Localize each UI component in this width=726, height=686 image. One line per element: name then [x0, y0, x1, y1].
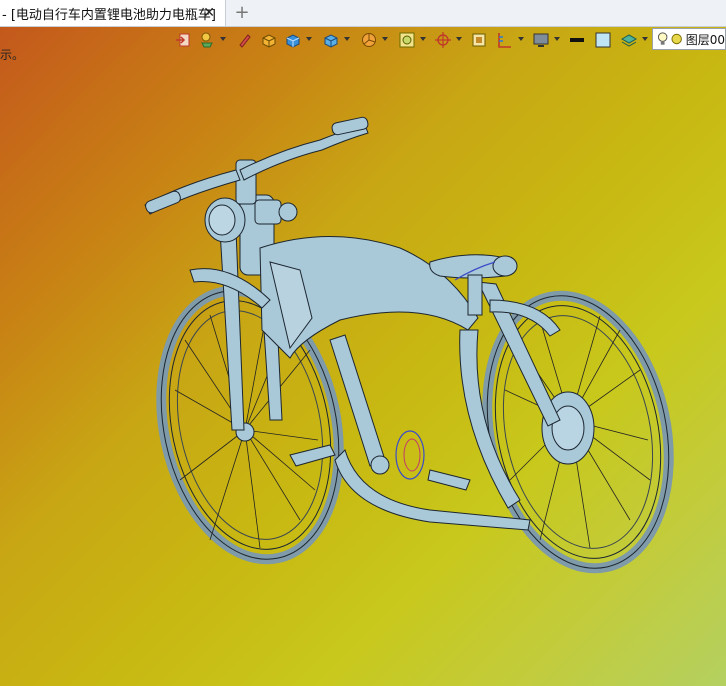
tab-title: - [电动自行车内置锂电池助力电瓶车] — [2, 7, 216, 23]
new-tab-icon[interactable]: + — [232, 2, 252, 24]
layers-icon[interactable] — [620, 31, 638, 49]
chevron-down-icon[interactable] — [518, 37, 524, 41]
ruler-icon[interactable] — [496, 31, 514, 49]
chevron-down-icon[interactable] — [642, 37, 648, 41]
chevron-down-icon[interactable] — [344, 37, 350, 41]
chevron-down-icon[interactable] — [554, 37, 560, 41]
layer-color-icon — [671, 33, 683, 45]
chevron-down-icon[interactable] — [382, 37, 388, 41]
square-color-icon[interactable] — [594, 31, 612, 49]
chevron-down-icon[interactable] — [420, 37, 426, 41]
light-bulb-icon — [657, 32, 668, 45]
axis-icon[interactable] — [434, 31, 452, 49]
chevron-down-icon[interactable] — [456, 37, 462, 41]
exit-icon[interactable] — [174, 31, 192, 49]
layer-selector[interactable]: 图层00 — [652, 28, 726, 50]
box-grid-icon[interactable] — [322, 31, 340, 49]
chevron-down-icon[interactable] — [220, 37, 226, 41]
close-icon[interactable]: ✕ — [203, 4, 215, 22]
frame-icon[interactable] — [470, 31, 488, 49]
box-solid-icon[interactable] — [260, 31, 278, 49]
light-bulb-icon[interactable] — [198, 31, 216, 49]
view-cube-icon[interactable] — [398, 31, 416, 49]
document-tab[interactable]: - [电动自行车内置锂电池助力电瓶车] ✕ — [0, 0, 226, 26]
tab-bar: - [电动自行车内置锂电池助力电瓶车] ✕ + — [0, 0, 726, 27]
chevron-down-icon[interactable] — [306, 37, 312, 41]
layer-name: 图层00 — [685, 32, 725, 47]
pie-icon[interactable] — [360, 31, 378, 49]
3d-viewport[interactable]: 示。 — [0, 27, 726, 686]
pen-icon[interactable] — [236, 31, 254, 49]
line-icon[interactable] — [568, 31, 586, 49]
view-toolbar — [172, 27, 726, 53]
box-blue-icon[interactable] — [284, 31, 302, 49]
bicycle-model — [144, 116, 674, 574]
monitor-icon[interactable] — [532, 31, 550, 49]
